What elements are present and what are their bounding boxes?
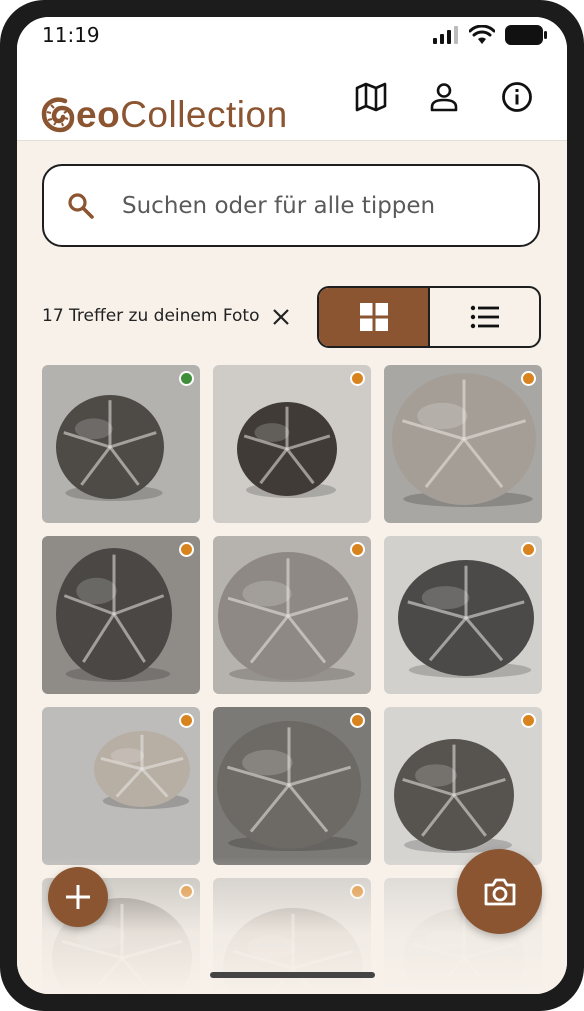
- fossil-image: [237, 402, 337, 498]
- fossil-image: [218, 552, 358, 682]
- app-logo: eoCollection: [41, 95, 288, 133]
- fossil-photo-tile[interactable]: [384, 365, 542, 523]
- match-indicator-dot: [179, 371, 194, 386]
- match-indicator-dot: [350, 713, 365, 728]
- logo-prefix: eo: [76, 93, 121, 135]
- view-toggle: [317, 286, 541, 348]
- fossil-image: [56, 395, 164, 501]
- match-indicator-dot: [179, 542, 194, 557]
- results-count: 17 Treffer zu deinem Foto: [42, 306, 260, 326]
- map-icon: [355, 82, 387, 112]
- fossil-photo-tile[interactable]: [213, 365, 371, 523]
- wifi-icon: [469, 25, 495, 44]
- person-icon: [430, 83, 458, 112]
- ammonite-icon: [41, 97, 75, 133]
- match-indicator-dot: [179, 884, 194, 899]
- list-icon: [470, 305, 499, 329]
- camera-button[interactable]: [457, 849, 542, 934]
- app-bar: eoCollection: [17, 57, 567, 141]
- camera-icon: [484, 878, 515, 905]
- match-indicator-dot: [521, 542, 536, 557]
- grid-view-button[interactable]: [319, 288, 428, 346]
- fossil-photo-tile[interactable]: [384, 707, 542, 865]
- search-input[interactable]: [120, 191, 504, 220]
- map-button[interactable]: [353, 79, 389, 115]
- match-indicator-dot: [350, 371, 365, 386]
- fossil-photo-tile[interactable]: [42, 365, 200, 523]
- phone-frame: 11:19 eoCollection Suchen oder für alle …: [0, 0, 584, 1011]
- info-button[interactable]: [499, 79, 535, 115]
- fossil-photo-tile[interactable]: [213, 707, 371, 865]
- fossil-photo-tile[interactable]: [213, 536, 371, 694]
- fossil-image: [398, 560, 534, 678]
- search-bar[interactable]: [42, 164, 540, 247]
- list-view-button[interactable]: [428, 288, 539, 346]
- match-indicator-dot: [350, 542, 365, 557]
- search-icon: [68, 192, 94, 219]
- app-screen: 11:19 eoCollection Suchen oder für alle …: [17, 17, 567, 994]
- fossil-image: [56, 548, 172, 682]
- fossil-photo-tile[interactable]: [384, 536, 542, 694]
- grid-icon: [359, 303, 388, 331]
- match-indicator-dot: [179, 713, 194, 728]
- fossil-image: [217, 721, 361, 851]
- close-icon[interactable]: [270, 306, 292, 328]
- fossil-image: [94, 731, 190, 809]
- match-indicator-dot: [521, 713, 536, 728]
- home-indicator: [210, 972, 375, 978]
- app-title: eoCollection: [76, 96, 288, 133]
- fossil-image: [394, 739, 514, 853]
- battery-icon: [505, 25, 547, 45]
- results-toolbar: 17 Treffer zu deinem Foto: [42, 286, 542, 348]
- add-button[interactable]: [48, 867, 108, 927]
- logo-suffix: Collection: [120, 93, 288, 135]
- fossil-photo-tile[interactable]: [42, 707, 200, 865]
- plus-icon: [66, 885, 90, 909]
- signal-icon: [433, 26, 458, 44]
- fossil-image: [392, 373, 536, 507]
- account-button[interactable]: [426, 79, 462, 115]
- info-icon: [502, 82, 532, 112]
- match-indicator-dot: [350, 884, 365, 899]
- fossil-photo-tile[interactable]: [42, 536, 200, 694]
- status-bar: 11:19: [17, 17, 567, 57]
- status-time: 11:19: [42, 23, 100, 47]
- system-icons: [433, 25, 547, 45]
- match-indicator-dot: [521, 371, 536, 386]
